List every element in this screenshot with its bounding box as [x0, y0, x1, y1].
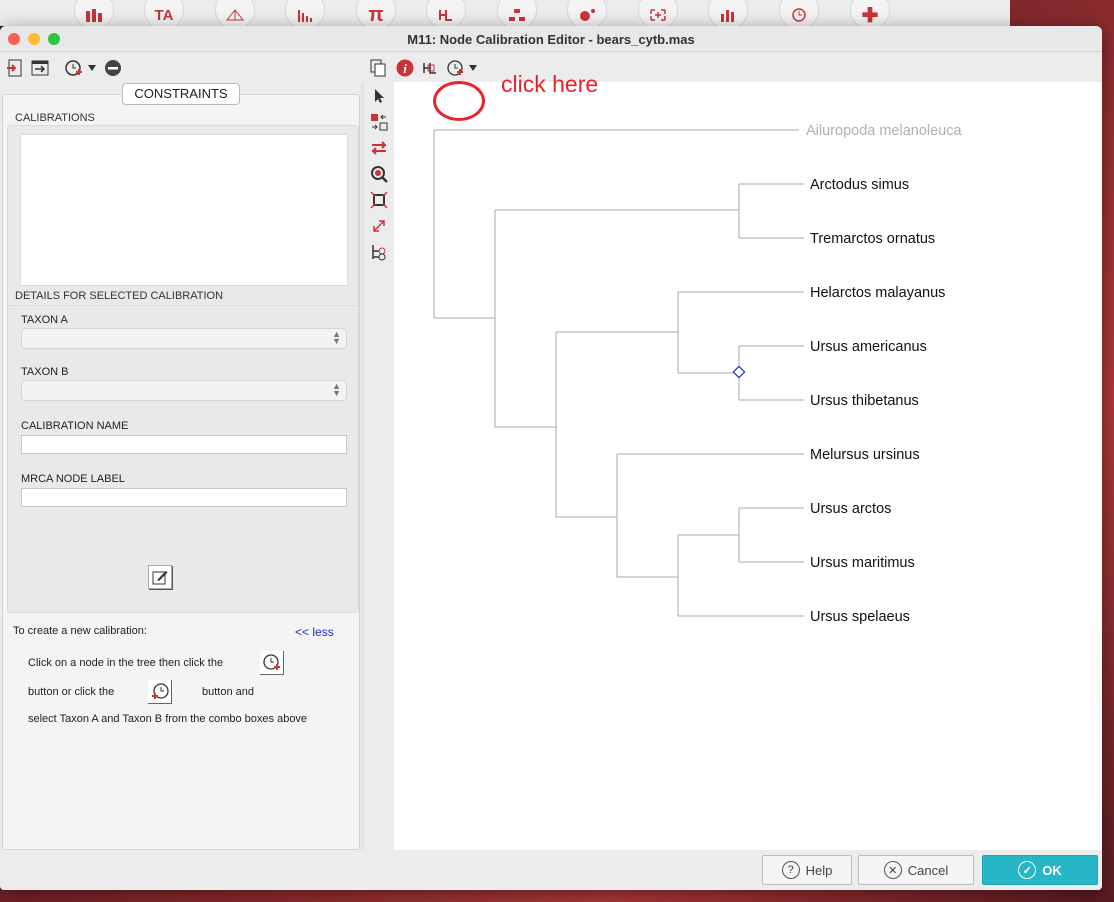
question-icon: ?	[781, 861, 800, 879]
dropdown-arrow-icon[interactable]	[467, 58, 479, 78]
chevron-updown-icon: ▲ ▼	[332, 381, 341, 398]
title-bar: M11: Node Calibration Editor - bears_cyt…	[0, 26, 1102, 52]
import-icon[interactable]	[5, 58, 25, 78]
add-calibration-at-node-icon[interactable]	[260, 651, 284, 675]
help-button[interactable]: ? Help	[762, 855, 852, 885]
swap-subtrees-icon[interactable]	[369, 112, 389, 132]
window-title: M11: Node Calibration Editor - bears_cyt…	[407, 32, 695, 47]
details-group: TAXON A ▲ ▼ TAXON B ▲ ▼ CALIBRATION NAME M…	[7, 305, 359, 613]
tree-svg[interactable]: Ailuropoda melanoleuca Arctodus simus Tr…	[394, 82, 1102, 850]
help-button-label: Help	[805, 862, 833, 878]
calibrations-label: CALIBRATIONS	[15, 112, 95, 124]
topology-icon[interactable]	[369, 242, 389, 262]
cancel-button-label: Cancel	[907, 862, 949, 878]
help-line-2b: button and	[202, 686, 254, 698]
calibrations-list[interactable]	[20, 134, 348, 286]
tab-constraints[interactable]: CONSTRAINTS	[122, 83, 240, 105]
taxon-a-label: TAXON A	[21, 314, 68, 326]
edit-calibration-button[interactable]	[148, 565, 172, 589]
taxon-a-combo[interactable]: ▲ ▼	[21, 328, 347, 349]
annotation-circle	[433, 81, 485, 121]
calibration-name-label: CALIBRATION NAME	[21, 420, 129, 432]
taxon-label[interactable]: Ursus arctos	[810, 501, 891, 517]
calibrations-group	[7, 125, 359, 315]
mrca-node-label-label: MRCA NODE LABEL	[21, 473, 125, 485]
taxon-label[interactable]: Melursus ursinus	[810, 447, 920, 463]
tree-tools-strip	[364, 82, 394, 850]
add-calibration-icon[interactable]	[446, 58, 466, 78]
node-options-icon[interactable]	[421, 58, 441, 78]
taxon-label[interactable]: Ursus thibetanus	[810, 393, 919, 409]
dialog-button-bar: ? Help ✕ Cancel ✓ OK	[364, 850, 1102, 890]
check-icon: ✓	[1018, 861, 1037, 879]
taxon-label[interactable]: Tremarctos ornatus	[810, 231, 935, 247]
pointer-icon[interactable]	[369, 86, 389, 106]
help-line-2a: button or click the	[28, 686, 115, 698]
taxon-b-combo[interactable]: ▲ ▼	[21, 380, 347, 401]
details-label: DETAILS FOR SELECTED CALIBRATION	[15, 290, 224, 302]
zoom-icon[interactable]	[369, 164, 389, 184]
flip-icon[interactable]	[369, 138, 389, 158]
selected-node-marker[interactable]	[732, 365, 746, 379]
calibration-name-field[interactable]	[21, 435, 347, 454]
taxon-label[interactable]: Ursus americanus	[810, 339, 927, 355]
taxon-label[interactable]: Helarctos malayanus	[810, 285, 945, 301]
export-icon[interactable]	[30, 58, 50, 78]
expand-icon[interactable]	[369, 216, 389, 236]
taxon-label[interactable]: Ursus spelaeus	[810, 609, 910, 625]
copy-icon[interactable]	[368, 58, 388, 78]
taxon-label[interactable]: Ailuropoda melanoleuca	[806, 123, 963, 139]
ok-button-label: OK	[1042, 862, 1062, 878]
help-line-1: Click on a node in the tree then click t…	[28, 657, 224, 669]
background-app-toolbar: TA π ✚	[0, 0, 1010, 30]
less-link[interactable]: << less	[295, 625, 334, 639]
ok-button[interactable]: ✓ OK	[982, 855, 1098, 885]
left-toolbar	[0, 52, 362, 82]
mrca-node-label-field[interactable]	[21, 488, 347, 507]
taxon-b-label: TAXON B	[21, 366, 69, 378]
taxon-label[interactable]: Ursus maritimus	[810, 555, 915, 571]
tree-branches	[433, 129, 804, 617]
node-calibration-editor-window: M11: Node Calibration Editor - bears_cyt…	[0, 26, 1102, 890]
chevron-updown-icon: ▲ ▼	[332, 329, 341, 346]
help-heading: To create a new calibration:	[13, 625, 147, 637]
svg-text:i: i	[403, 61, 407, 76]
remove-calibration-icon[interactable]	[103, 58, 123, 78]
phylogeny-tree-canvas[interactable]: Ailuropoda melanoleuca Arctodus simus Tr…	[394, 82, 1102, 850]
close-icon: ✕	[883, 861, 902, 879]
add-calibration-dropdown-icon[interactable]	[64, 58, 98, 78]
tree-toolbar: i	[364, 52, 1102, 82]
annotation-text: click here	[501, 71, 599, 97]
info-icon[interactable]: i	[395, 58, 415, 78]
fit-to-window-icon[interactable]	[369, 190, 389, 210]
help-line-3: select Taxon A and Taxon B from the comb…	[28, 713, 308, 725]
add-calibration-by-taxa-icon[interactable]	[148, 680, 172, 704]
cancel-button[interactable]: ✕ Cancel	[858, 855, 974, 885]
taxon-label[interactable]: Arctodus simus	[810, 177, 909, 193]
edit-icon	[152, 571, 168, 585]
constraints-panel: CALIBRATIONS DETAILS FOR SELECTED CALIBR…	[2, 94, 360, 850]
